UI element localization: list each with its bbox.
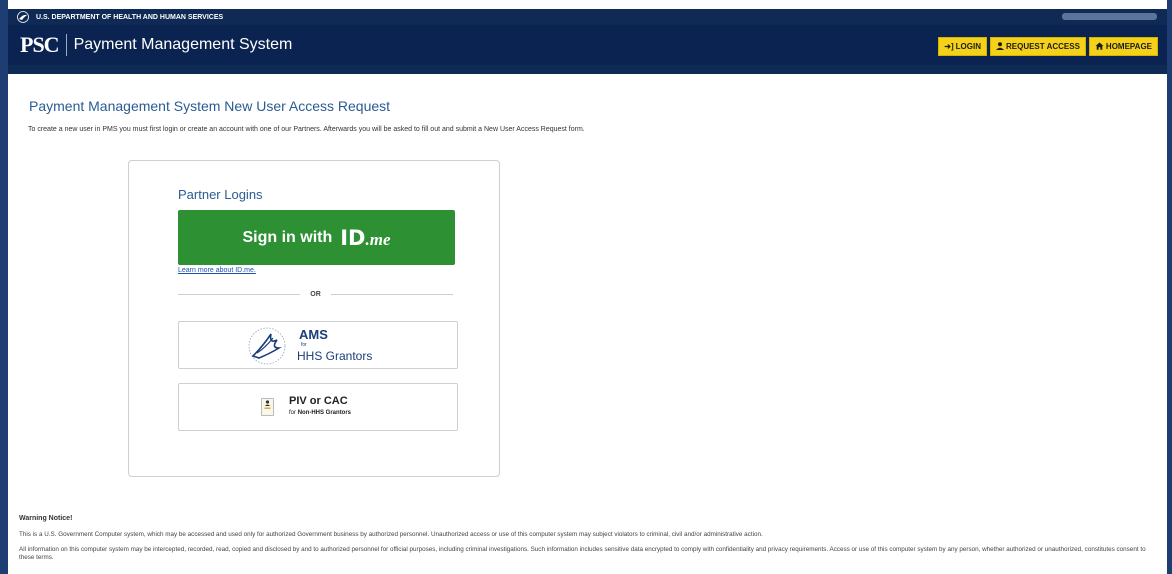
divider-line-right [330, 294, 453, 295]
idme-logo-id: ID [340, 225, 366, 250]
department-name: U.S. DEPARTMENT OF HEALTH AND HUMAN SERV… [36, 13, 224, 21]
piv-for: for [289, 410, 297, 416]
home-icon [1095, 42, 1104, 52]
header-bottom-strip [8, 65, 1167, 74]
idme-logo: ID.me [340, 226, 390, 250]
ams-for: for [301, 342, 307, 348]
id-card-icon [261, 398, 274, 416]
piv-title: PIV or CAC [289, 395, 348, 407]
warning-text-1: This is a U.S. Government Computer syste… [19, 531, 763, 538]
user-icon [995, 41, 1004, 52]
piv-subtitle-line: for Non-HHS Grantors [289, 410, 351, 416]
learn-more-idme-link[interactable]: Learn more about ID.me. [178, 267, 256, 274]
homepage-label: HOMEPAGE [1105, 42, 1152, 51]
header-nav: ➜] LOGIN REQUEST ACCESS HOMEPAGE [938, 37, 1158, 56]
user-info-redacted [1062, 13, 1157, 20]
ams-login-button[interactable]: AMS for HHS Grantors [178, 321, 458, 369]
idme-logo-me: .me [365, 229, 391, 249]
psc-logo: PSC [20, 34, 67, 56]
divider-line-left [178, 294, 301, 295]
warning-text-2: All information on this computer system … [19, 546, 1146, 561]
app-title: Payment Management System [73, 36, 293, 53]
page-title: Payment Management System New User Acces… [29, 98, 391, 114]
ams-subtitle: HHS Grantors [297, 349, 373, 363]
request-access-button[interactable]: REQUEST ACCESS [989, 37, 1086, 56]
piv-cac-login-button[interactable]: PIV or CAC for Non-HHS Grantors [178, 383, 458, 431]
login-label: LOGIN [955, 42, 981, 51]
login-icon: ➜] [944, 42, 954, 51]
hhs-eagle-icon [16, 11, 30, 23]
intro-text: To create a new user in PMS you must fir… [28, 126, 585, 133]
partner-logins-heading: Partner Logins [178, 187, 263, 202]
partner-logins-card: Partner Logins Sign in with ID.me Learn … [128, 160, 500, 477]
homepage-button[interactable]: HOMEPAGE [1088, 37, 1158, 56]
hhs-banner: U.S. DEPARTMENT OF HEALTH AND HUMAN SERV… [8, 9, 1167, 25]
ams-title: AMS [299, 327, 328, 342]
window-frame-right [1167, 0, 1172, 574]
warning-title: Warning Notice! [19, 515, 73, 522]
login-button[interactable]: ➜] LOGIN [938, 37, 987, 56]
request-access-label: REQUEST ACCESS [1005, 42, 1080, 51]
or-label: OR [310, 291, 321, 298]
main-content: Payment Management System New User Acces… [8, 74, 1167, 574]
or-divider: OR [178, 291, 453, 298]
app-header: PSC Payment Management System ➜] LOGIN R… [8, 25, 1167, 65]
window-frame-left [0, 0, 8, 574]
hhs-seal-icon [247, 326, 287, 366]
idme-sign-in-label: Sign in with [242, 228, 333, 246]
idme-sign-in-button[interactable]: Sign in with ID.me [178, 210, 455, 265]
piv-subtitle: Non-HHS Grantors [297, 410, 352, 416]
